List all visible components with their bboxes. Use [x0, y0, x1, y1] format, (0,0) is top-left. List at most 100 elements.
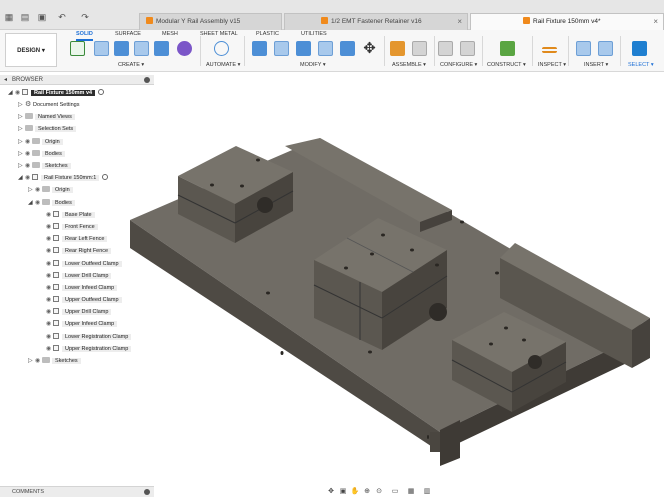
- chevron-down-icon[interactable]: ◢: [8, 87, 15, 99]
- body-item[interactable]: ◉ Lower Infeed Clamp: [46, 282, 118, 294]
- group-assemble[interactable]: ASSEMBLE ▾: [392, 61, 426, 69]
- orbit-icon[interactable]: ✥: [326, 486, 336, 497]
- browser-panel-header[interactable]: ◂ BROWSER: [0, 75, 154, 85]
- group-automate[interactable]: AUTOMATE ▾: [206, 61, 240, 69]
- eye-icon[interactable]: ◉: [46, 221, 53, 233]
- body-item[interactable]: ◉ Rear Right Fence: [46, 245, 112, 257]
- eye-icon[interactable]: ◉: [46, 331, 53, 343]
- tree-item-comp-origin[interactable]: ▷ ◉ Origin: [28, 184, 73, 196]
- redo-icon[interactable]: ↷: [80, 13, 90, 22]
- fit-icon[interactable]: ⊙: [374, 486, 384, 497]
- pin-icon[interactable]: [144, 77, 150, 83]
- automate-icon[interactable]: [214, 41, 229, 56]
- group-insert[interactable]: INSERT ▾: [584, 61, 608, 69]
- configure-rule-icon[interactable]: [460, 41, 475, 56]
- body-item[interactable]: ◉ Upper Drill Clamp: [46, 306, 112, 318]
- eye-icon[interactable]: ◉: [15, 87, 22, 99]
- close-icon[interactable]: ×: [457, 14, 462, 30]
- group-create[interactable]: CREATE ▾: [118, 61, 144, 69]
- chevron-right-icon[interactable]: ▷: [18, 123, 25, 135]
- eye-icon[interactable]: ◉: [35, 184, 42, 196]
- grid-settings-icon[interactable]: ▦: [406, 486, 416, 497]
- measure-icon[interactable]: [542, 47, 557, 53]
- body-item[interactable]: ◉ Lower Registration Clamp: [46, 331, 132, 343]
- insert-derive-icon[interactable]: [576, 41, 591, 56]
- chevron-right-icon[interactable]: ▷: [18, 111, 25, 123]
- eye-icon[interactable]: ◉: [25, 172, 32, 184]
- tab-mesh[interactable]: MESH: [162, 30, 178, 39]
- undo-icon[interactable]: ↶: [57, 13, 67, 22]
- extrude-icon[interactable]: [94, 41, 109, 56]
- eye-icon[interactable]: ◉: [46, 245, 53, 257]
- zoom-icon[interactable]: ⊕: [362, 486, 372, 497]
- eye-icon[interactable]: ◉: [46, 318, 53, 330]
- body-item[interactable]: ◉ Upper Registration Clamp: [46, 343, 132, 355]
- combine-icon[interactable]: [340, 41, 355, 56]
- eye-icon[interactable]: ◉: [46, 209, 53, 221]
- eye-icon[interactable]: ◉: [35, 197, 42, 209]
- eye-icon[interactable]: ◉: [35, 355, 42, 367]
- shell-icon[interactable]: [318, 41, 333, 56]
- eye-icon[interactable]: ◉: [25, 148, 32, 160]
- body-item[interactable]: ◉ Lower Drill Clamp: [46, 270, 112, 282]
- eye-icon[interactable]: ◉: [46, 282, 53, 294]
- grid-menu-icon[interactable]: ▦: [4, 13, 14, 22]
- eye-icon[interactable]: ◉: [46, 233, 53, 245]
- chevron-right-icon[interactable]: ▷: [18, 148, 25, 160]
- insert-image-icon[interactable]: [598, 41, 613, 56]
- tab-rail-fixture[interactable]: Rail Fixture 150mm v4* ×: [470, 13, 664, 30]
- eye-icon[interactable]: ◉: [46, 270, 53, 282]
- tab-modular-y-rail[interactable]: Modular Y Rail Assembly v15: [139, 13, 282, 30]
- eye-icon[interactable]: ◉: [25, 136, 32, 148]
- tab-emt-fastener[interactable]: 1/2 EMT Fastener Retainer v16 ×: [284, 13, 468, 30]
- hole-icon[interactable]: [134, 41, 149, 56]
- group-modify[interactable]: MODIFY ▾: [300, 61, 326, 69]
- select-icon[interactable]: [632, 41, 647, 56]
- look-at-icon[interactable]: ▣: [338, 486, 348, 497]
- body-item[interactable]: ◉ Rear Left Fence: [46, 233, 108, 245]
- workspace-switcher[interactable]: DESIGN ▾: [5, 33, 57, 67]
- collapse-icon[interactable]: ◂: [4, 75, 7, 85]
- tree-item-named-views[interactable]: ▷ Named Views: [18, 111, 75, 123]
- body-item[interactable]: ◉ Lower Outfeed Clamp: [46, 258, 122, 270]
- fillet-icon[interactable]: [274, 41, 289, 56]
- revolve-icon[interactable]: [114, 41, 129, 56]
- file-menu-icon[interactable]: ▤: [20, 13, 30, 22]
- offset-plane-icon[interactable]: [500, 41, 515, 56]
- configure-table-icon[interactable]: [438, 41, 453, 56]
- tree-item-selection-sets[interactable]: ▷ Selection Sets: [18, 123, 77, 135]
- chevron-down-icon[interactable]: ◢: [28, 197, 35, 209]
- tree-item-document-settings[interactable]: ▷ ⚙ Document Settings: [18, 99, 79, 111]
- eye-icon[interactable]: ◉: [46, 294, 53, 306]
- chamfer-icon[interactable]: [296, 41, 311, 56]
- group-inspect[interactable]: INSPECT ▾: [538, 61, 566, 69]
- activate-radio-icon[interactable]: [102, 174, 109, 180]
- tab-surface[interactable]: SURFACE: [115, 30, 141, 39]
- chevron-right-icon[interactable]: ▷: [28, 184, 35, 196]
- comments-panel[interactable]: COMMENTS: [0, 486, 154, 497]
- close-icon[interactable]: ×: [653, 14, 658, 30]
- tree-item-origin[interactable]: ▷ ◉ Origin: [18, 136, 63, 148]
- eye-icon[interactable]: ◉: [46, 258, 53, 270]
- eye-icon[interactable]: ◉: [46, 306, 53, 318]
- chevron-right-icon[interactable]: ▷: [18, 136, 25, 148]
- new-sketch-icon[interactable]: [70, 41, 85, 56]
- tree-item-comp-sketches[interactable]: ▷ ◉ Sketches: [28, 355, 81, 367]
- new-component-icon[interactable]: [390, 41, 405, 56]
- body-item[interactable]: ◉ Base Plate: [46, 209, 95, 221]
- display-settings-icon[interactable]: ▭: [390, 486, 400, 497]
- group-construct[interactable]: CONSTRUCT ▾: [487, 61, 526, 69]
- body-item[interactable]: ◉ Front Fence: [46, 221, 98, 233]
- chevron-right-icon[interactable]: ▷: [18, 160, 25, 172]
- tree-item-comp-bodies[interactable]: ◢ ◉ Bodies: [28, 197, 75, 209]
- save-icon[interactable]: ▣: [37, 13, 47, 22]
- joint-icon[interactable]: [412, 41, 427, 56]
- tree-item-sketches[interactable]: ▷ ◉ Sketches: [18, 160, 71, 172]
- tab-sheet-metal[interactable]: SHEET METAL: [200, 30, 238, 39]
- tree-root[interactable]: ◢ ◉ Rail Fixture 150mm v4: [8, 87, 105, 99]
- box-icon[interactable]: [154, 41, 169, 56]
- press-pull-icon[interactable]: [252, 41, 267, 56]
- tree-item-component[interactable]: ◢ ◉ Rail Fixture 150mm:1: [18, 172, 109, 184]
- move-icon[interactable]: ✥: [362, 41, 377, 56]
- group-select[interactable]: SELECT ▾: [628, 61, 654, 69]
